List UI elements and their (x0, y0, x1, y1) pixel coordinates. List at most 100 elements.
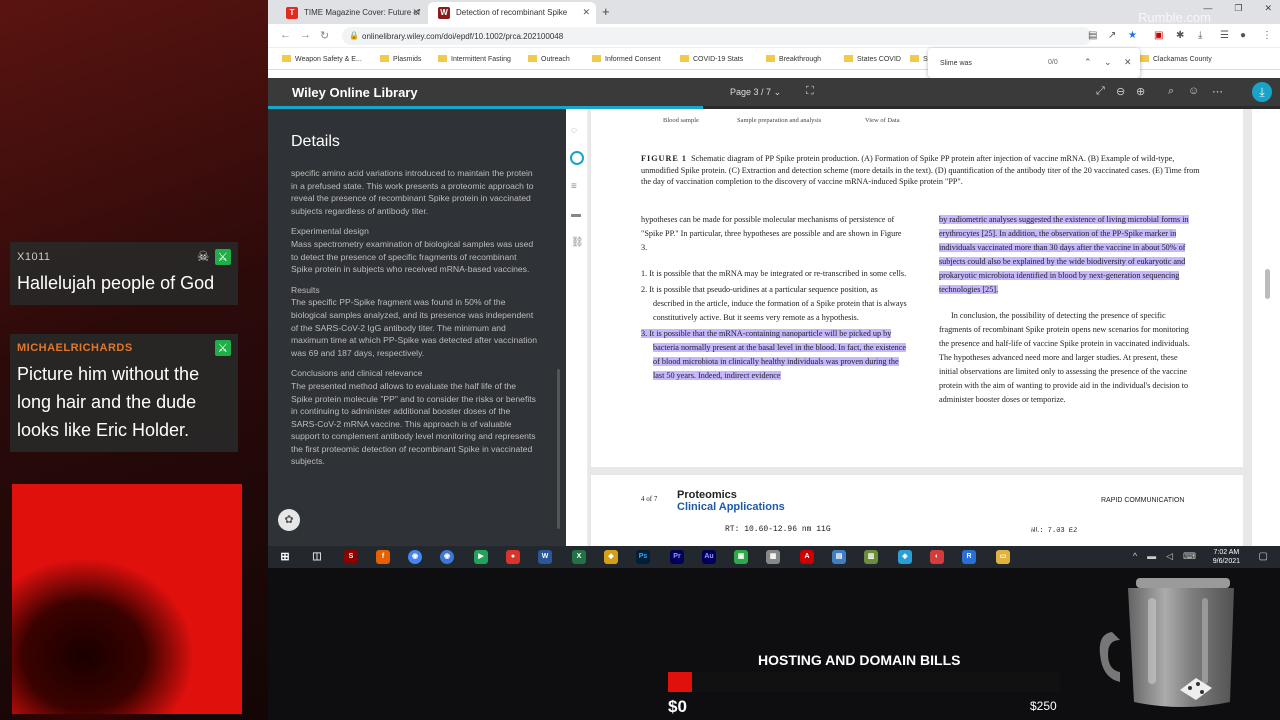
bookmark-item[interactable]: St (910, 55, 930, 63)
list-icon[interactable]: ≡ (571, 181, 577, 192)
highlighted-paragraph[interactable]: by radiometric analyses suggested the ex… (939, 215, 1189, 294)
photoshop-icon[interactable]: Ps (636, 550, 650, 564)
word-icon[interactable]: W (538, 550, 552, 564)
list-item: 1. It is possible that the mRNA may be i… (641, 269, 907, 278)
more-icon[interactable]: ⋯ (1212, 85, 1223, 98)
figure-label: View of Data (865, 117, 900, 124)
app-icon[interactable]: R (962, 550, 976, 564)
chevron-up-icon[interactable]: ^ (1133, 551, 1137, 562)
acrobat-icon[interactable]: A (800, 550, 814, 564)
minimize-icon[interactable]: — (1203, 3, 1212, 14)
page-selector[interactable]: Page 3 / 7 ⌄ (730, 87, 781, 98)
close-icon[interactable]: ✕ (582, 7, 590, 18)
zoom-in-icon[interactable]: ⊕ (1136, 85, 1145, 98)
link-icon[interactable]: ⛓ (571, 237, 584, 248)
bookmark-item[interactable]: COVID-19 Stats (680, 55, 743, 63)
app-icon[interactable]: ◈ (898, 550, 912, 564)
task-view-icon[interactable]: ◫ (310, 550, 324, 564)
app-icon[interactable]: ◆ (604, 550, 618, 564)
paragraph: hypotheses can be made for possible mole… (641, 215, 902, 252)
premiere-icon[interactable]: Pr (670, 550, 684, 564)
wiley-logo[interactable]: Wiley Online Library (292, 85, 418, 100)
bookmark-item[interactable]: Clackamas County (1140, 55, 1212, 63)
close-icon[interactable]: ✕ (412, 7, 420, 18)
app-icon[interactable]: ▣ (734, 550, 748, 564)
excel-icon[interactable]: X (572, 550, 586, 564)
pdf-scrollbar[interactable] (1252, 109, 1280, 546)
firefox-icon[interactable]: f (376, 550, 390, 564)
pdf-extension-icon[interactable]: ▣ (1154, 30, 1163, 41)
new-tab-icon[interactable]: + (602, 4, 610, 19)
file-explorer-icon[interactable]: ▭ (996, 550, 1010, 564)
section-heading: Experimental design (291, 226, 369, 237)
back-icon[interactable]: ← (280, 29, 291, 41)
bookmark-item[interactable]: Weapon Safety & E... (282, 55, 362, 63)
volume-icon[interactable]: ◁ (1166, 551, 1173, 562)
zoom-out-icon[interactable]: ⊖ (1116, 85, 1125, 98)
forward-icon[interactable]: → (300, 29, 311, 41)
app-icon[interactable]: ● (506, 550, 520, 564)
tool-icon[interactable]: ◌ (571, 125, 577, 136)
app-icon[interactable]: ▶ (474, 550, 488, 564)
tab-time-magazine[interactable]: T TIME Magazine Cover: Future of ✕ (276, 2, 426, 24)
search-icon[interactable]: ⌕ (1168, 85, 1174, 98)
details-panel: Details specific amino acid variations i… (268, 109, 566, 546)
windows-start-icon[interactable]: ⊞ (278, 550, 292, 564)
bookmark-item[interactable]: Plasmids (380, 55, 421, 63)
network-icon[interactable]: ▬ (1147, 551, 1156, 562)
maximize-icon[interactable]: ❐ (1234, 3, 1242, 14)
browser-window: T TIME Magazine Cover: Future of ✕ W Det… (268, 0, 1280, 546)
annotation-circle-icon[interactable] (570, 151, 584, 165)
users-icon[interactable]: ☺ (1188, 85, 1199, 97)
reload-icon[interactable]: ↻ (320, 29, 329, 42)
webcam-silhouette (12, 560, 192, 720)
beer-mug-icon (1099, 578, 1234, 707)
chrome-alt-icon[interactable]: ◉ (440, 550, 454, 564)
chrome-icon[interactable]: ◉ (408, 550, 422, 564)
share-icon[interactable]: ↗ (1108, 30, 1116, 41)
find-input[interactable]: Slime was (940, 60, 972, 67)
fullscreen-icon[interactable]: ⛶ (806, 85, 814, 98)
reading-list-icon[interactable]: ☰ (1220, 30, 1229, 41)
bookmark-item[interactable]: Informed Consent (592, 55, 661, 63)
chevron-up-icon[interactable]: ⌃ (1084, 57, 1092, 68)
app-icon[interactable]: ▤ (832, 550, 846, 564)
menu-icon[interactable]: ⋮ (1262, 30, 1272, 41)
wiley-header: Wiley Online Library Page 3 / 7 ⌄ ⛶ ⤢ ⊖ … (268, 78, 1280, 106)
chevron-down-icon[interactable]: ⌄ (1104, 57, 1112, 68)
rumble-watermark: Rumble.com (1138, 10, 1211, 25)
notification-icon[interactable]: ▢ (1259, 551, 1268, 562)
reader-icon[interactable]: ▤ (1088, 30, 1097, 41)
system-clock[interactable]: 7:02 AM 9/6/2021 (1213, 548, 1240, 566)
bookmark-star-icon[interactable]: ★ (1128, 30, 1137, 41)
profile-icon[interactable]: ● (1240, 30, 1246, 41)
download-icon[interactable]: ⤓ (1198, 30, 1202, 41)
chat-message: MICHAELRICHARDS ⚔ Picture him without th… (10, 334, 238, 452)
app-icon[interactable]: ▦ (766, 550, 780, 564)
close-window-icon[interactable]: ✕ (1264, 3, 1272, 14)
tab-detection-spike[interactable]: W Detection of recombinant Spike ✕ (428, 2, 596, 24)
download-icon[interactable]: ⤓ (1252, 82, 1272, 102)
language-icon[interactable]: ⌨ (1183, 551, 1196, 562)
app-icon[interactable]: ◐ (930, 550, 944, 564)
details-section: Results The specific PP-Spike fragment w… (291, 284, 537, 360)
bookmark-item[interactable]: States COVID (844, 55, 901, 63)
details-scrollbar[interactable] (557, 369, 560, 529)
address-bar[interactable]: 🔒 onlinelibrary.wiley.com/doi/epdf/10.10… (342, 27, 1092, 45)
section-heading: Results (291, 284, 320, 295)
expand-icon[interactable]: ⤢ (1096, 85, 1105, 98)
bookmark-item[interactable]: Outreach (528, 55, 570, 63)
bookmark-item[interactable]: Intermittent Fasting (438, 55, 511, 63)
cookie-settings-icon[interactable]: ✿ (278, 509, 300, 531)
highlighted-list-item[interactable]: 3. It is possible that the mRNA-containi… (641, 329, 907, 380)
app-icon[interactable]: S (344, 550, 358, 564)
app-icon[interactable]: ▥ (864, 550, 878, 564)
bookmark-item[interactable]: Breakthrough (766, 55, 821, 63)
audition-icon[interactable]: Au (702, 550, 716, 564)
left-column: hypotheses can be made for possible mole… (641, 213, 909, 385)
folder-icon[interactable]: ▬ (571, 209, 581, 220)
extensions-icon[interactable]: ✱ (1176, 30, 1184, 41)
donation-title: HOSTING AND DOMAIN BILLS (758, 652, 961, 668)
close-icon[interactable]: ✕ (1124, 57, 1132, 68)
details-section: Experimental design Mass spectrometry ex… (291, 225, 537, 275)
